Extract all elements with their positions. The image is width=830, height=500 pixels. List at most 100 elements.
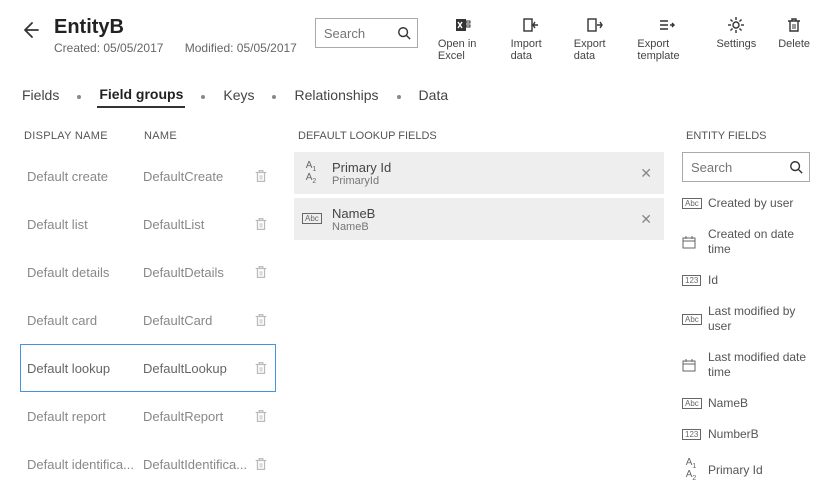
export-icon	[586, 16, 604, 34]
field-group-display: Default create	[27, 169, 143, 184]
field-group-row[interactable]: Default reportDefaultReport	[20, 392, 276, 440]
lookup-field-row[interactable]: A1A2 Primary IdPrimaryId✕	[294, 152, 664, 194]
field-group-display: Default list	[27, 217, 143, 232]
template-icon	[657, 16, 675, 34]
field-group-name: DefaultCard	[143, 313, 253, 328]
field-group-row[interactable]: Default createDefaultCreate	[20, 152, 276, 200]
settings-button[interactable]: Settings	[716, 16, 756, 62]
tab-relationships[interactable]: Relationships	[292, 87, 380, 107]
trash-icon	[785, 16, 803, 34]
dot-icon	[397, 95, 401, 99]
trash-icon[interactable]	[253, 264, 269, 280]
lookup-field-label: Primary Id	[332, 160, 636, 175]
page-title: EntityB	[54, 16, 315, 39]
field-group-display: Default identifica...	[27, 457, 143, 472]
lookup-field-label: NameB	[332, 206, 636, 221]
entity-field-row[interactable]: 123 NumberB	[682, 419, 810, 450]
export-data-button[interactable]: Export data	[574, 16, 616, 62]
field-group-display: Default report	[27, 409, 143, 424]
field-group-display: Default card	[27, 313, 143, 328]
entity-field-row[interactable]: Last modified date time	[682, 342, 810, 388]
field-group-name: DefaultList	[143, 217, 253, 232]
entity-fields-search[interactable]	[682, 152, 810, 182]
trash-icon[interactable]	[253, 456, 269, 472]
header-search-input[interactable]	[322, 25, 397, 42]
entity-field-label: Primary Id	[708, 463, 810, 478]
entity-fields-search-input[interactable]	[689, 159, 789, 176]
field-type-icon: Abc	[682, 198, 700, 209]
field-group-row[interactable]: Default cardDefaultCard	[20, 296, 276, 344]
close-icon[interactable]: ✕	[636, 211, 656, 228]
excel-icon	[454, 16, 472, 34]
entity-field-label: Created by user	[708, 196, 810, 211]
field-group-display: Default lookup	[27, 361, 143, 376]
entity-field-label: Id	[708, 273, 810, 288]
export-template-button[interactable]: Export template	[637, 16, 694, 62]
field-type-icon: Abc	[682, 398, 700, 409]
entity-field-label: NumberB	[708, 427, 810, 442]
field-group-row[interactable]: Default detailsDefaultDetails	[20, 248, 276, 296]
trash-icon[interactable]	[253, 168, 269, 184]
dot-icon	[201, 95, 205, 99]
field-type-icon: 123	[682, 429, 700, 440]
close-icon[interactable]: ✕	[636, 165, 656, 182]
field-type-icon: 123	[682, 275, 700, 286]
field-group-name: DefaultCreate	[143, 169, 253, 184]
tab-keys[interactable]: Keys	[221, 87, 256, 107]
entity-field-row[interactable]: Abc Last modified by user	[682, 296, 810, 342]
export-data-label: Export data	[574, 38, 616, 62]
field-type-icon: A1A2	[682, 458, 700, 482]
lookup-field-sub: NameB	[332, 221, 636, 233]
delete-label: Delete	[778, 38, 810, 50]
search-icon[interactable]	[789, 160, 803, 174]
entity-field-row[interactable]: A1A2 Primary Id	[682, 450, 810, 490]
column-header-display-name: DISPLAY NAME	[24, 130, 144, 142]
entity-field-row[interactable]: Created on date time	[682, 219, 810, 265]
entity-field-row[interactable]: Abc Created by user	[682, 188, 810, 219]
export-template-label: Export template	[637, 38, 694, 62]
import-data-label: Import data	[511, 38, 552, 62]
open-in-excel-label: Open in Excel	[438, 38, 489, 62]
tab-fields[interactable]: Fields	[20, 87, 61, 107]
trash-icon[interactable]	[253, 216, 269, 232]
trash-icon[interactable]	[253, 312, 269, 328]
tab-field-groups[interactable]: Field groups	[97, 86, 185, 108]
gear-icon	[727, 16, 745, 34]
dot-icon	[77, 95, 81, 99]
header-search[interactable]	[315, 18, 418, 48]
import-data-button[interactable]: Import data	[511, 16, 552, 62]
import-icon	[522, 16, 540, 34]
entity-field-label: NameB	[708, 396, 810, 411]
field-group-row[interactable]: Default identifica...DefaultIdentifica..…	[20, 440, 276, 488]
trash-icon[interactable]	[253, 360, 269, 376]
entity-field-label: Last modified by user	[708, 304, 810, 334]
lookup-field-sub: PrimaryId	[332, 175, 636, 187]
field-group-row[interactable]: Default listDefaultList	[20, 200, 276, 248]
field-group-name: DefaultReport	[143, 409, 253, 424]
settings-label: Settings	[716, 38, 756, 50]
field-group-name: DefaultLookup	[143, 361, 253, 376]
lookup-fields-title: DEFAULT LOOKUP FIELDS	[294, 118, 664, 152]
tab-data[interactable]: Data	[417, 87, 451, 107]
entity-field-label: Last modified date time	[708, 350, 810, 380]
modified-label: Modified: 05/05/2017	[185, 41, 297, 55]
column-header-name: NAME	[144, 130, 177, 142]
field-type-icon	[682, 235, 700, 249]
field-group-display: Default details	[27, 265, 143, 280]
delete-button[interactable]: Delete	[778, 16, 810, 62]
created-label: Created: 05/05/2017	[54, 41, 163, 55]
field-group-name: DefaultIdentifica...	[143, 457, 253, 472]
lookup-field-row[interactable]: AbcNameBNameB✕	[294, 198, 664, 240]
field-type-icon: A1A2	[302, 161, 320, 185]
open-in-excel-button[interactable]: Open in Excel	[438, 16, 489, 62]
field-type-icon: Abc	[682, 314, 700, 325]
entity-field-label: Created on date time	[708, 227, 810, 257]
trash-icon[interactable]	[253, 408, 269, 424]
back-button[interactable]	[20, 20, 40, 40]
field-group-row[interactable]: Default lookupDefaultLookup	[20, 344, 276, 392]
entity-fields-title: ENTITY FIELDS	[682, 118, 810, 152]
field-group-name: DefaultDetails	[143, 265, 253, 280]
entity-field-row[interactable]: Abc NameB	[682, 388, 810, 419]
search-icon[interactable]	[397, 26, 411, 40]
entity-field-row[interactable]: 123 Id	[682, 265, 810, 296]
